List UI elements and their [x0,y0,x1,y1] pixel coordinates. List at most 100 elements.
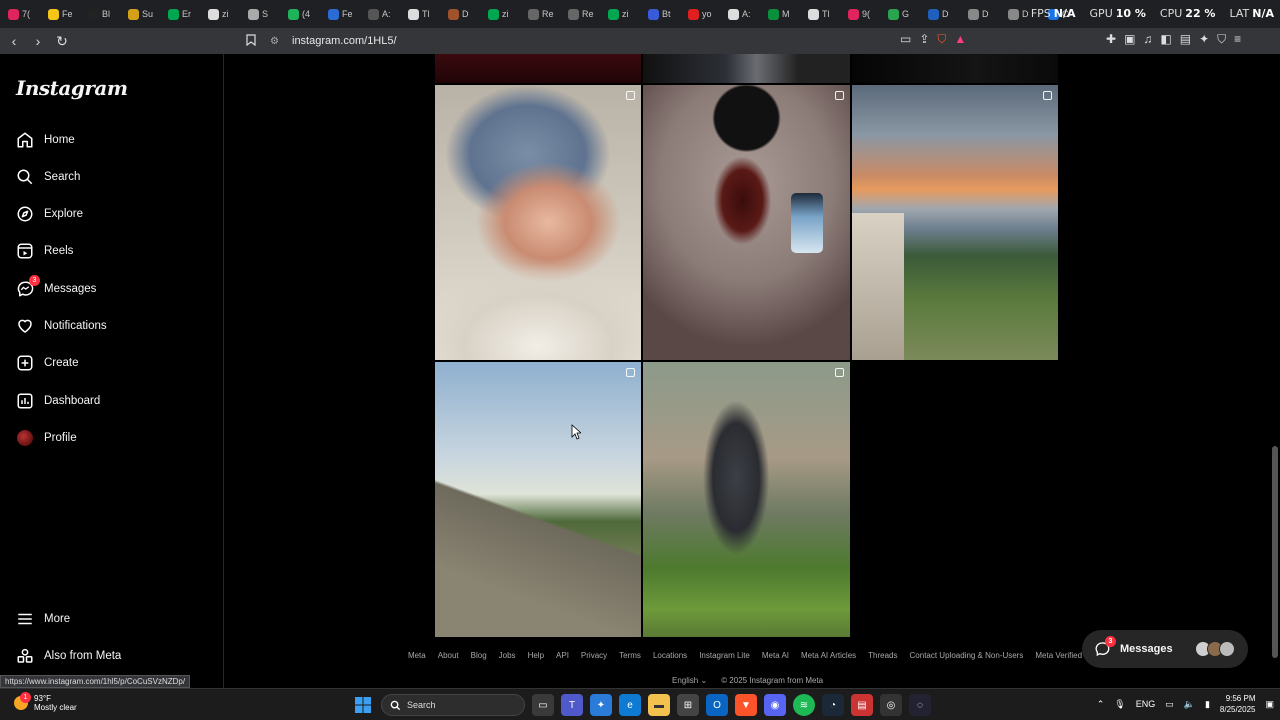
bookmark-icon[interactable] [246,33,264,49]
sidebar-item-messages[interactable]: 3 Messages [16,275,96,300]
scrollbar-thumb[interactable] [1272,446,1278,658]
browser-tab[interactable]: D [924,3,964,25]
reload-icon[interactable]: ↻ [52,31,72,51]
browser-tab[interactable]: D [444,3,484,25]
footer-link[interactable]: Privacy [581,651,607,660]
media-icon[interactable]: ▣ [1124,32,1135,47]
sidebar-item-more[interactable]: More [16,608,70,630]
browser-tab[interactable]: Er [164,3,204,25]
browser-tab[interactable]: Bl [84,3,124,25]
brave-rewards-icon[interactable]: ▲ [954,32,966,47]
post-thumbnail[interactable] [435,362,641,637]
copilot-icon[interactable]: ✦ [590,694,612,716]
footer-link[interactable]: Terms [619,651,641,660]
back-icon[interactable]: ‹ [4,31,24,51]
battery-icon[interactable]: ▮ [1205,699,1210,710]
footer-link[interactable]: Meta AI [762,651,789,660]
sidebar-item-profile[interactable]: Profile [16,427,77,449]
post-thumbnail[interactable] [435,85,641,360]
browser-tab[interactable]: Fe [324,3,364,25]
app-icon[interactable]: ◌ [909,694,931,716]
footer-link[interactable]: Meta Verified [1035,651,1082,660]
sidebar-item-search[interactable]: Search [16,166,80,188]
file-explorer-icon[interactable]: ▬ [648,694,670,716]
browser-tab[interactable]: zi [204,3,244,25]
browser-tab[interactable]: 9( [844,3,884,25]
post-thumbnail[interactable] [435,54,641,83]
footer-link[interactable]: Blog [471,651,487,660]
browser-tab[interactable]: Bt [644,3,684,25]
network-icon[interactable]: ▭ [1165,699,1174,710]
cast-icon[interactable]: ▭ [900,32,911,47]
footer-link[interactable]: Threads [868,651,897,660]
browser-tab[interactable]: yo [684,3,724,25]
post-thumbnail[interactable] [852,85,1058,360]
sidebar-item-notifications[interactable]: Notifications [16,315,107,337]
brave-icon[interactable]: ▼ [735,694,757,716]
task-view-icon[interactable]: ▭ [532,694,554,716]
browser-tab[interactable]: A: [364,3,404,25]
sidebar-item-reels[interactable]: Reels [16,240,73,262]
footer-link[interactable]: Help [528,651,544,660]
browser-tab[interactable]: 7( [4,3,44,25]
sidebar-item-dashboard[interactable]: Dashboard [16,390,100,412]
browser-tab[interactable]: Re [564,3,604,25]
speaker-icon[interactable]: 🔈 [1184,699,1195,710]
footer-link[interactable]: Meta AI Articles [801,651,856,660]
post-thumbnail[interactable] [643,54,850,83]
site-info-icon[interactable]: ⚙ [270,36,288,47]
extensions-icon[interactable]: ✚ [1106,32,1116,47]
vpn-icon[interactable]: ⛉ [1217,32,1226,47]
language-selector[interactable]: English ⌄ [672,676,707,685]
spotify-icon[interactable]: ≋ [793,694,815,716]
browser-tab[interactable]: Tl [404,3,444,25]
sidebar-item-also-from-meta[interactable]: Also from Meta [16,645,121,667]
taskbar-search[interactable]: Search [381,694,525,716]
footer-link[interactable]: Contact Uploading & Non-Users [910,651,1024,660]
sidebar-item-explore[interactable]: Explore [16,203,83,225]
browser-tab[interactable]: zi [484,3,524,25]
browser-tab[interactable]: G [884,3,924,25]
discord-icon[interactable]: ◉ [764,694,786,716]
sidebar-item-create[interactable]: Create [16,352,79,374]
teams-icon[interactable]: T [561,694,583,716]
footer-link[interactable]: Locations [653,651,687,660]
app-icon[interactable]: ▤ [851,694,873,716]
footer-link[interactable]: API [556,651,569,660]
sidebar-toggle-icon[interactable]: ◧ [1160,32,1171,47]
page-scrollbar[interactable] [1270,54,1278,688]
messages-pill[interactable]: 3 Messages [1082,630,1248,668]
language-indicator[interactable]: ENG [1136,699,1156,709]
browser-tab[interactable]: Fe [44,3,84,25]
browser-tab[interactable]: (4 [284,3,324,25]
post-thumbnail[interactable] [852,54,1058,83]
footer-link[interactable]: Jobs [499,651,516,660]
instagram-logo[interactable]: Instagram [16,76,128,100]
browser-tab[interactable]: Re [524,3,564,25]
wallet-icon[interactable]: ▤ [1180,32,1191,47]
browser-tab[interactable]: S [244,3,284,25]
browser-tab[interactable]: Tl [804,3,844,25]
forward-icon[interactable]: › [28,31,48,51]
notification-icon[interactable]: ▣ [1265,699,1274,710]
outlook-icon[interactable]: O [706,694,728,716]
share-icon[interactable]: ⇪ [919,32,929,47]
browser-tab[interactable]: A: [724,3,764,25]
edge-icon[interactable]: e [619,694,641,716]
address-bar[interactable]: ⚙ instagram.com/1HL5/ [246,30,990,52]
chrome-icon[interactable]: ◎ [880,694,902,716]
tray-overflow-icon[interactable]: ⌃ [1097,699,1105,710]
footer-link[interactable]: About [438,651,459,660]
brave-shield-icon[interactable]: ⛉ [937,32,946,47]
browser-tab[interactable]: zi [604,3,644,25]
menu-icon[interactable]: ≡ [1234,32,1241,47]
taskbar-clock[interactable]: 9:56 PM 8/25/2025 [1220,693,1256,715]
store-icon[interactable]: ⊞ [677,694,699,716]
windows-start-icon[interactable] [352,694,374,716]
browser-tab[interactable]: D [964,3,1004,25]
ai-icon[interactable]: ✦ [1199,32,1209,47]
weather-widget[interactable]: 1 93°F Mostly clear [14,692,77,712]
browser-tab[interactable]: M [764,3,804,25]
footer-link[interactable]: Meta [408,651,426,660]
sidebar-item-home[interactable]: Home [16,129,75,151]
